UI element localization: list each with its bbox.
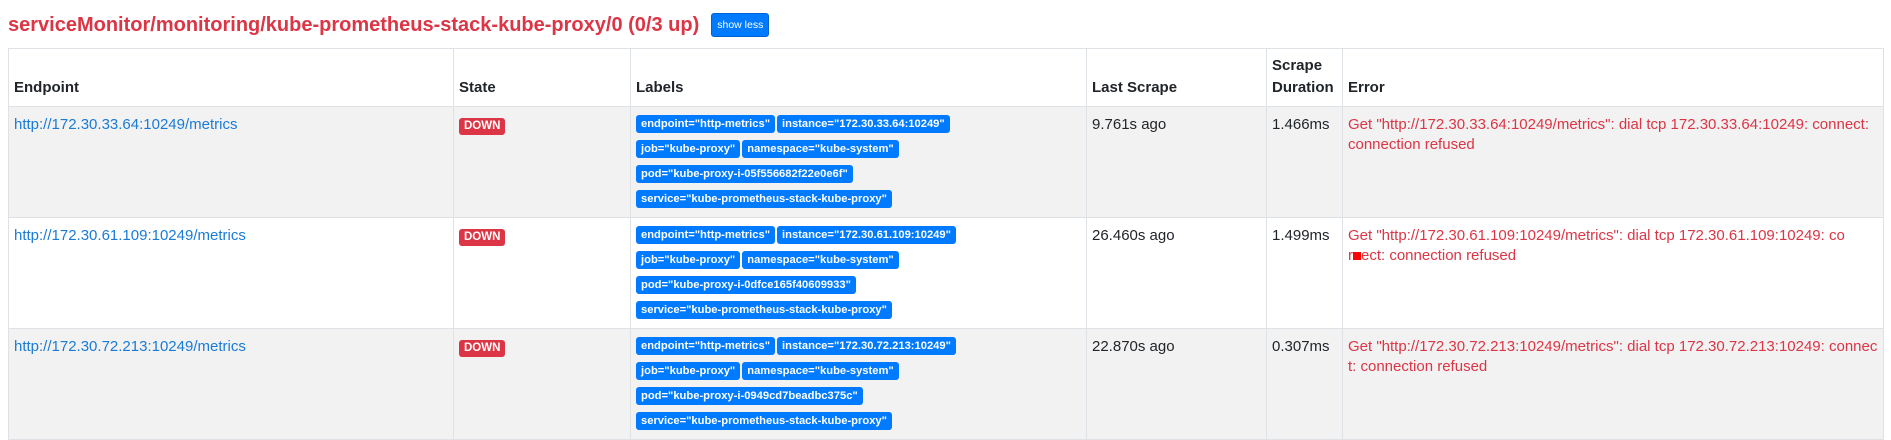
label-badge: service="kube-prometheus-stack-kube-prox… xyxy=(636,301,892,319)
label-badge: pod="kube-proxy-i-05f556682f22e0e6f" xyxy=(636,165,853,183)
error-text: Get "http://172.30.72.213:10249/metrics"… xyxy=(1348,338,1878,375)
label-badge: job="kube-proxy" xyxy=(636,251,741,269)
show-less-button[interactable]: show less xyxy=(711,13,770,37)
column-header-state: State xyxy=(453,48,631,107)
label-badge: namespace="kube-system" xyxy=(742,251,899,269)
label-badge: endpoint="http-metrics" xyxy=(636,115,776,133)
column-header-labels: Labels xyxy=(630,48,1087,107)
error-text-continued: ect: connection refused xyxy=(1361,247,1517,264)
column-header-last-scrape: Last Scrape xyxy=(1086,48,1267,107)
last-scrape-cell: 22.870s ago xyxy=(1086,328,1267,440)
state-cell: DOWN xyxy=(453,328,631,440)
error-cell: Get "http://172.30.72.213:10249/metrics"… xyxy=(1342,328,1884,440)
error-text: Get "http://172.30.33.64:10249/metrics":… xyxy=(1348,116,1870,153)
state-cell: DOWN xyxy=(453,106,631,218)
label-badge: namespace="kube-system" xyxy=(742,362,899,380)
table-row: http://172.30.33.64:10249/metrics DOWN e… xyxy=(8,106,1884,218)
label-badge: endpoint="http-metrics" xyxy=(636,226,776,244)
endpoint-cell: http://172.30.72.213:10249/metrics xyxy=(8,328,454,440)
endpoint-link[interactable]: http://172.30.61.109:10249/metrics xyxy=(14,227,246,244)
label-badge: job="kube-proxy" xyxy=(636,140,741,158)
endpoint-cell: http://172.30.33.64:10249/metrics xyxy=(8,106,454,218)
scrape-duration-cell: 0.307ms xyxy=(1266,328,1343,440)
label-badge: instance="172.30.61.109:10249" xyxy=(777,226,956,244)
pool-header: serviceMonitor/monitoring/kube-prometheu… xyxy=(8,8,1883,42)
label-badge: pod="kube-proxy-i-0dfce165f40609933" xyxy=(636,276,856,294)
scrape-duration-cell: 1.499ms xyxy=(1266,217,1343,329)
endpoint-link[interactable]: http://172.30.33.64:10249/metrics xyxy=(14,116,237,133)
table-row: http://172.30.61.109:10249/metrics DOWN … xyxy=(8,217,1884,329)
table-row: http://172.30.72.213:10249/metrics DOWN … xyxy=(8,328,1884,440)
labels-cell: endpoint="http-metrics" instance="172.30.… xyxy=(630,106,1087,218)
column-header-endpoint: Endpoint xyxy=(8,48,454,107)
state-cell: DOWN xyxy=(453,217,631,329)
state-badge: DOWN xyxy=(459,340,506,357)
labels-cell: endpoint="http-metrics" instance="172.30.… xyxy=(630,217,1087,329)
column-header-scrape-duration: Scrape Duration xyxy=(1266,48,1343,107)
scrape-duration-cell: 1.466ms xyxy=(1266,106,1343,218)
last-scrape-cell: 26.460s ago xyxy=(1086,217,1267,329)
labels-cell: endpoint="http-metrics" instance="172.30.… xyxy=(630,328,1087,440)
label-badge: service="kube-prometheus-stack-kube-prox… xyxy=(636,190,892,208)
pool-title: serviceMonitor/monitoring/kube-prometheu… xyxy=(8,14,700,36)
targets-table: Endpoint State Labels Last Scrape Scrape… xyxy=(8,48,1884,440)
label-badge: instance="172.30.33.64:10249" xyxy=(777,115,950,133)
column-header-error: Error xyxy=(1342,48,1884,107)
state-badge: DOWN xyxy=(459,229,506,246)
endpoint-cell: http://172.30.61.109:10249/metrics xyxy=(8,217,454,329)
label-badge: job="kube-proxy" xyxy=(636,362,741,380)
error-cell: Get "http://172.30.33.64:10249/metrics":… xyxy=(1342,106,1884,218)
redaction-marker xyxy=(1353,252,1361,261)
label-badge: endpoint="http-metrics" xyxy=(636,337,776,355)
last-scrape-cell: 9.761s ago xyxy=(1086,106,1267,218)
state-badge: DOWN xyxy=(459,118,506,135)
error-cell: Get "http://172.30.61.109:10249/metrics"… xyxy=(1342,217,1884,329)
table-header-row: Endpoint State Labels Last Scrape Scrape… xyxy=(8,48,1884,107)
error-text: Get "http://172.30.61.109:10249/metrics"… xyxy=(1348,227,1845,244)
label-badge: instance="172.30.72.213:10249" xyxy=(777,337,956,355)
label-badge: pod="kube-proxy-i-0949cd7beadbc375c" xyxy=(636,387,863,405)
endpoint-link[interactable]: http://172.30.72.213:10249/metrics xyxy=(14,338,246,355)
page: serviceMonitor/monitoring/kube-prometheu… xyxy=(0,0,1891,440)
label-badge: service="kube-prometheus-stack-kube-prox… xyxy=(636,412,892,430)
label-badge: namespace="kube-system" xyxy=(742,140,899,158)
